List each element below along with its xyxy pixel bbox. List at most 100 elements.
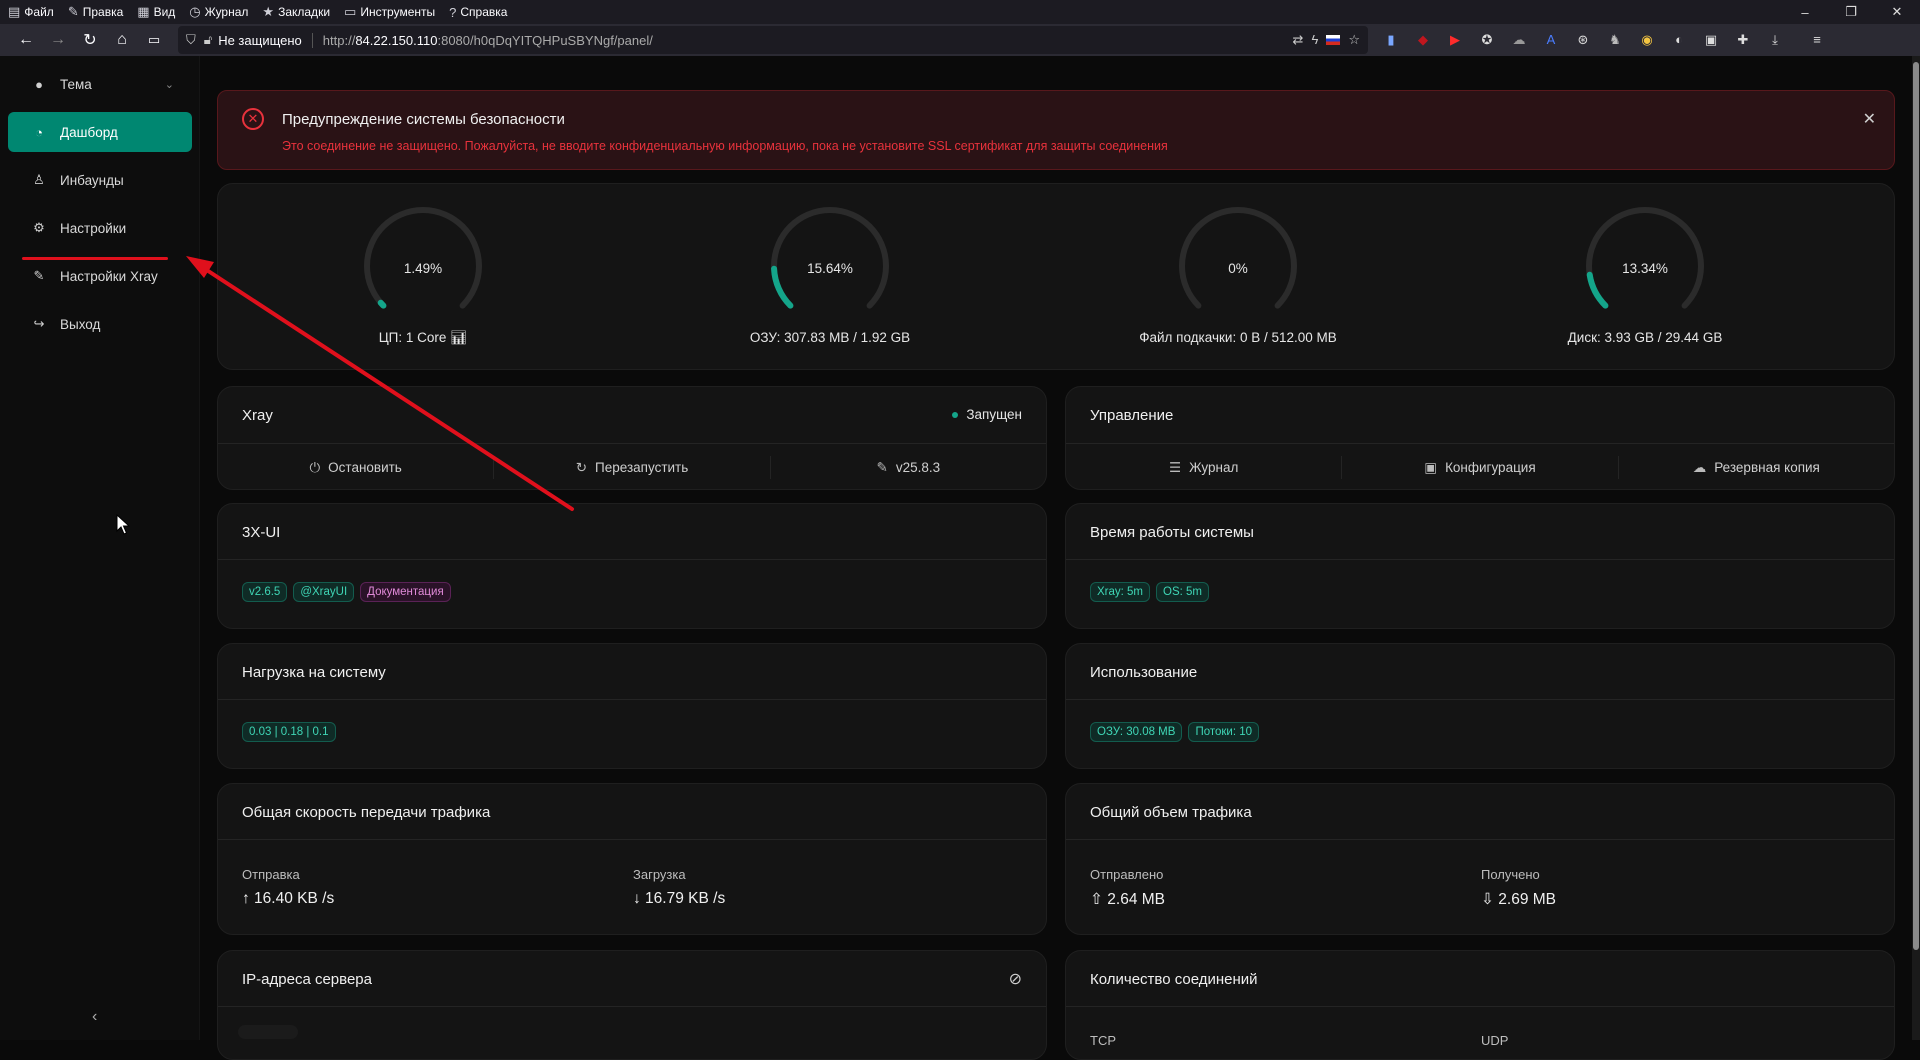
cpu-gauge-value: 1.49% [403, 261, 443, 276]
menu-history[interactable]: ◷ Журнал [189, 4, 248, 20]
address-bar[interactable]: ⛉ 🔓︎ Не защищено http://84.22.150.110:80… [178, 26, 1368, 54]
menu-help[interactable]: ? Справка [449, 5, 507, 20]
menu-file[interactable]: ▤ Файл [8, 4, 54, 20]
translator-icon[interactable]: A [1542, 32, 1560, 48]
telegram-tag[interactable]: @XrayUI [293, 582, 355, 602]
extension-a-icon[interactable]: ✪ [1478, 32, 1496, 48]
alert-close-button[interactable]: ✕ [1863, 109, 1876, 129]
translate-icon[interactable]: ⇄ [1293, 32, 1304, 48]
reload-button[interactable]: ↻ [74, 26, 106, 54]
extension-c-icon[interactable]: ♞ [1606, 32, 1624, 48]
sidebar-item-label: Инбаунды [60, 172, 124, 188]
restart-xray-button[interactable]: ↻ Перезапустить [494, 456, 771, 479]
divider [1066, 699, 1894, 700]
menu-tools[interactable]: ▭ Инструменты [344, 4, 435, 20]
version-tag[interactable]: v2.6.5 [242, 582, 288, 602]
sidebar-item-settings[interactable]: ⚙ Настройки [8, 208, 192, 248]
traffic-speed-title: Общая скорость передачи трафика [242, 804, 491, 821]
sidebar-item-inbounds[interactable]: ♙ Инбаунды [8, 160, 192, 200]
stop-xray-button[interactable]: ⏻ Остановить [218, 456, 495, 479]
ublock-icon[interactable]: ◆ [1414, 32, 1432, 48]
tool-icon: ✎ [876, 459, 888, 475]
flag-ru-icon[interactable] [1326, 35, 1341, 45]
eye-off-icon[interactable]: ⊘ [1009, 969, 1022, 989]
traffic-total-card: Общий объем трафика Отправлено ⇧ 2.64 MB… [1065, 783, 1895, 935]
extension-d-icon[interactable]: ◉ [1638, 32, 1656, 48]
menu-edit[interactable]: ✎ Правка [68, 4, 123, 20]
ram-usage-tag: ОЗУ: 30.08 MB [1090, 722, 1183, 742]
power-icon: ⏻ [309, 459, 321, 475]
xray-card: Xray Запущен ⏻ Остановить ↻ Перезапустить … [217, 386, 1047, 490]
reader-icon[interactable]: ▮ [1382, 32, 1400, 48]
config-button[interactable]: ▣ Конфигурация [1342, 456, 1619, 479]
bolt-icon[interactable]: ϟ [1311, 32, 1318, 48]
xray-version-button[interactable]: ✎ v25.8.3 [771, 456, 1046, 479]
logs-button[interactable]: ☰ Журнал [1066, 456, 1343, 479]
extension-e-icon[interactable]: ◐ [1670, 32, 1688, 48]
extension-b-icon[interactable]: ⊛ [1574, 32, 1592, 48]
load-average-tag: 0.03 | 0.18 | 0.1 [242, 722, 336, 742]
uptime-tags: Xray: 5m OS: 5m [1090, 582, 1209, 602]
cpu-gauge-label[interactable]: ЦП: 1 Core 📊︎ [303, 330, 543, 346]
tabs-button[interactable]: ▭ [138, 26, 170, 54]
upload-speed: Отправка ↑ 16.40 KB /s [242, 867, 334, 908]
collapse-sidebar-button[interactable]: ‹ [92, 1008, 97, 1026]
app-menu-icon[interactable]: ≡ [1808, 32, 1826, 48]
management-actions: ☰ Журнал ▣ Конфигурация ☁ Резервная копия [1066, 443, 1894, 489]
traffic-received-label: Получено [1481, 867, 1540, 882]
scrollbar-thumb[interactable] [1913, 62, 1919, 950]
sidebar-item-theme[interactable]: ● Тема ⌄ [8, 64, 192, 104]
view-icon: ▦ [137, 4, 150, 19]
load-tags: 0.03 | 0.18 | 0.1 [242, 722, 336, 742]
backup-button[interactable]: ☁ Резервная копия [1619, 456, 1894, 479]
logout-icon: ↪ [33, 316, 45, 331]
page-scrollbar[interactable] [1912, 56, 1920, 1040]
docs-tag[interactable]: Документация [360, 582, 451, 602]
sidebar-item-dashboard[interactable]: ◔ Дашборд [8, 112, 192, 152]
close-window-button[interactable]: ✕ [1874, 0, 1920, 24]
bookmark-star-outline-icon[interactable]: ☆ [1348, 32, 1360, 48]
forward-button[interactable]: → [42, 26, 74, 54]
sidebar: ● Тема ⌄ ◔ Дашборд ♙ Инбаунды ⚙ Настройк… [0, 56, 200, 1040]
bulb-icon: ● [35, 76, 43, 92]
download-speed-value: ↓ 16.79 KB /s [633, 890, 726, 907]
home-button[interactable]: ⌂ [106, 26, 138, 54]
insecure-lock-icon[interactable]: 🔓︎ [204, 32, 212, 48]
sidebar-item-logout[interactable]: ↪ Выход [8, 304, 192, 344]
divider [218, 1006, 1046, 1007]
traffic-total-title: Общий объем трафика [1090, 804, 1252, 821]
tcp-label: TCP [1090, 1033, 1116, 1048]
extensions-icon[interactable]: ✚ [1734, 32, 1752, 48]
panel-info-tags: v2.6.5 @XrayUI Документация [242, 582, 451, 602]
divider [218, 699, 1046, 700]
os-uptime-tag: OS: 5m [1156, 582, 1209, 602]
ram-gauge-label: ОЗУ: 307.83 MB / 1.92 GB [749, 330, 911, 345]
url-scheme: http:// [322, 32, 356, 48]
xray-version-label: v25.8.3 [895, 460, 941, 475]
connections-card: Количество соединений TCP UDP [1065, 950, 1895, 1060]
ram-gauge: 15.64% ОЗУ: 307.83 MB / 1.92 GB [710, 206, 950, 356]
management-card-title: Управление [1090, 407, 1174, 424]
restore-button[interactable]: ❐ [1828, 0, 1874, 24]
usage-tags: ОЗУ: 30.08 MB Потоки: 10 [1090, 722, 1260, 742]
xray-status: Запущен [952, 407, 1022, 422]
url-text[interactable]: http://84.22.150.110:8080/h0qDqYITQHPuSB… [323, 33, 653, 48]
cpu-gauge: 1.49% ЦП: 1 Core 📊︎ [303, 206, 543, 356]
shield-icon[interactable]: ⛉ [186, 32, 196, 48]
back-button[interactable]: ← [10, 26, 42, 54]
vpn-icon[interactable]: ▣ [1702, 32, 1720, 48]
youtube-icon[interactable]: ▶ [1446, 32, 1464, 48]
downloads-icon[interactable]: ⤓ [1766, 32, 1784, 48]
panel-info-card: 3X-UI v2.6.5 @XrayUI Документация [217, 503, 1047, 629]
security-status[interactable]: Не защищено [218, 32, 313, 48]
status-dot-icon [952, 411, 959, 418]
cloud-icon[interactable]: ☁ [1510, 32, 1528, 48]
menu-bookmarks[interactable]: ★ Закладки [262, 4, 330, 20]
security-alert: ✕ Предупреждение системы безопасности Эт… [217, 90, 1895, 170]
tool-icon: ✎ [33, 268, 45, 283]
xray-card-title: Xray [242, 407, 273, 424]
udp-label: UDP [1481, 1033, 1509, 1048]
sidebar-item-xray-settings[interactable]: ✎ Настройки Xray [8, 256, 192, 296]
menu-view[interactable]: ▦ Вид [137, 4, 175, 20]
minimize-button[interactable]: – [1782, 0, 1828, 24]
